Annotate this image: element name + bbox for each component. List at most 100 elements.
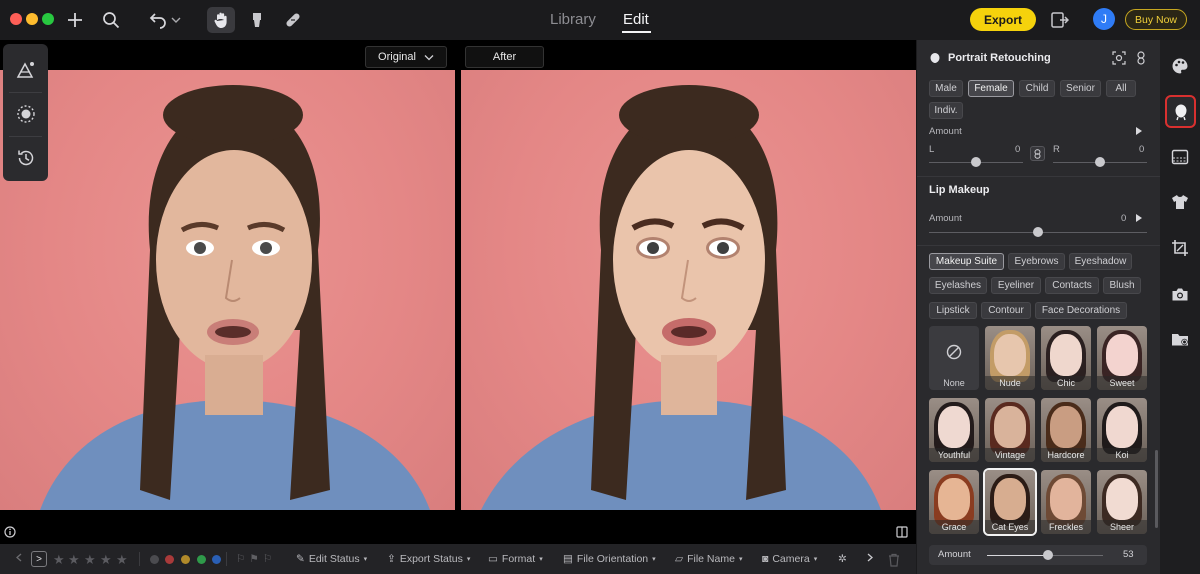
search-icon[interactable] [98,8,124,32]
preset-sweet[interactable]: Sweet [1097,326,1147,390]
preset-koi[interactable]: Koi [1097,398,1147,462]
format-filter[interactable]: ▭ Format ▾ [488,553,543,565]
preset-freckles[interactable]: Freckles [1041,470,1091,534]
preset-cat-eyes[interactable]: Cat Eyes [985,470,1035,534]
plus-icon[interactable] [62,8,88,32]
chip-eyebrows[interactable]: Eyebrows [1008,253,1065,270]
eraser-icon[interactable] [244,8,270,32]
play-icon[interactable] [1136,214,1142,222]
export-status-filter[interactable]: ⇪ Export Status ▾ [387,553,470,565]
chevron-right-icon[interactable] [867,553,873,562]
rating-filter-button[interactable]: > [31,551,47,567]
active-tab-underline [622,31,651,33]
chip-eyeliner[interactable]: Eyeliner [991,277,1041,294]
chip-indiv[interactable]: Indiv. [929,102,963,119]
shirt-icon[interactable] [1166,188,1194,216]
star-icon[interactable]: ★ [116,552,128,568]
preset-vintage[interactable]: Vintage [985,398,1035,462]
camera-icon[interactable] [1166,280,1194,308]
preset-label: Hardcore [1041,448,1091,462]
compare-layout-icon[interactable] [896,525,908,543]
preset-label: Youthful [929,448,979,462]
star-icon[interactable]: ★ [84,552,96,568]
preset-nude[interactable]: Nude [985,326,1035,390]
tab-library[interactable]: Library [550,11,596,28]
mask-icon[interactable] [3,92,48,136]
chip-all[interactable]: All [1106,80,1136,97]
hand-icon[interactable] [207,7,235,33]
panel-title: Portrait Retouching [948,52,1051,64]
left-slider-knob[interactable] [971,157,981,167]
star-icon[interactable]: ★ [100,552,112,568]
tab-edit[interactable]: Edit [623,11,649,28]
history-icon[interactable] [3,136,48,180]
panel-scrollbar[interactable] [1155,450,1158,528]
chip-male[interactable]: Male [929,80,963,97]
chip-eyelashes[interactable]: Eyelashes [929,277,987,294]
file-orientation-filter[interactable]: ▤ File Orientation ▾ [563,553,656,565]
crop-icon[interactable] [1166,234,1194,262]
play-icon[interactable] [1136,127,1142,135]
link-icon[interactable] [1136,51,1146,70]
edit-status-filter[interactable]: ✎ Edit Status ▾ [296,553,367,565]
color-tag-none[interactable] [150,555,159,564]
zoom-window-button[interactable] [42,13,54,25]
chip-eyeshadow[interactable]: Eyeshadow [1069,253,1132,270]
palette-icon[interactable] [1166,52,1194,80]
chevron-down-icon[interactable] [168,8,184,32]
export-status-label: Export Status [399,553,463,565]
amount-label: Amount [929,126,962,137]
color-tag-green[interactable] [197,555,206,564]
background-icon[interactable] [1166,143,1194,171]
right-slider-knob[interactable] [1095,157,1105,167]
bottom-filter-bar: > ★ ★ ★ ★ ★ ⚐ ⚑ ⚐ ✎ Edit Status ▾ ⇪ Export St… [0,544,916,574]
ai-adjust-icon[interactable] [3,48,48,92]
makeup-preset-grid: None Nude Chic Sweet Youthful Vintage Hardcore… [929,326,1151,538]
lip-amount-slider-knob[interactable] [1033,227,1043,237]
chip-makeup-suite[interactable]: Makeup Suite [929,253,1004,270]
color-tag-red[interactable] [165,555,174,564]
link-lr-icon[interactable] [1030,146,1045,161]
export-button[interactable]: Export [970,8,1036,31]
chip-blush[interactable]: Blush [1103,277,1141,294]
info-icon[interactable] [4,525,16,543]
divider [139,552,140,566]
star-icon[interactable]: ★ [68,552,80,568]
preset-grace[interactable]: Grace [929,470,979,534]
preset-youthful[interactable]: Youthful [929,398,979,462]
preset-none[interactable]: None [929,326,979,390]
minimize-window-button[interactable] [26,13,38,25]
user-avatar[interactable]: J [1093,8,1115,30]
bandage-icon[interactable] [280,8,306,32]
panel-toggle-icon[interactable] [1047,8,1073,32]
face-select-icon[interactable] [1112,51,1126,70]
chip-senior[interactable]: Senior [1060,80,1101,97]
star-icon[interactable]: ★ [53,552,65,568]
original-dropdown[interactable]: Original [365,46,447,68]
camera-filter[interactable]: ◙ Camera ▾ [762,553,817,565]
preset-hardcore[interactable]: Hardcore [1041,398,1091,462]
chip-contacts[interactable]: Contacts [1045,277,1099,294]
preset-amount-fill [987,555,1049,556]
chip-face-decorations[interactable]: Face Decorations [1035,302,1127,319]
chevron-down-icon [424,54,434,61]
chip-contour[interactable]: Contour [981,302,1031,319]
chip-child[interactable]: Child [1019,80,1055,97]
preset-chic[interactable]: Chic [1041,326,1091,390]
folder-icon[interactable] [1166,325,1194,353]
chip-lipstick[interactable]: Lipstick [929,302,977,319]
lens-filter[interactable]: ✲ [838,553,847,565]
chip-female[interactable]: Female [968,80,1014,97]
portrait-retouch-icon[interactable] [1167,98,1195,126]
color-tag-blue[interactable] [212,555,221,564]
preset-sheer[interactable]: Sheer [1097,470,1147,534]
file-name-filter[interactable]: ▱ File Name ▾ [675,553,742,565]
buy-now-button[interactable]: Buy Now [1125,9,1187,30]
preset-face [1106,406,1138,448]
color-tag-yellow[interactable] [181,555,190,564]
flag-filter[interactable]: ⚐ ⚑ ⚐ [236,553,272,565]
close-window-button[interactable] [10,13,22,25]
chevron-left-icon[interactable] [16,553,22,562]
trash-icon[interactable] [888,553,900,567]
preset-amount-knob[interactable] [1043,550,1054,560]
